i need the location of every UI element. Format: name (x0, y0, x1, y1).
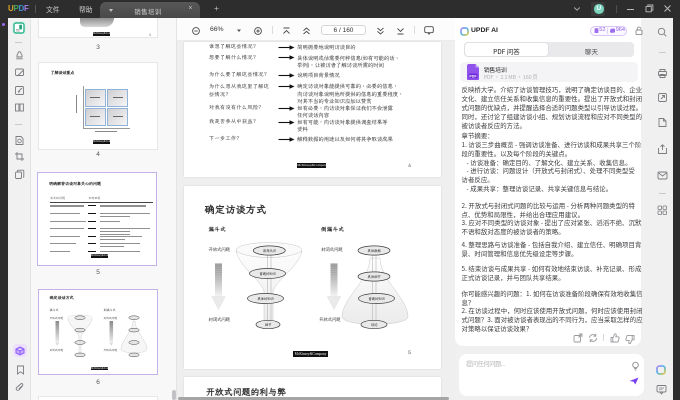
svg-text:具体数据: 具体数据 (367, 248, 381, 253)
svg-text:结论: 结论 (371, 322, 378, 327)
svg-text:普通的知识: 普通的知识 (259, 271, 276, 276)
svg-text:具体细节: 具体细节 (367, 274, 381, 279)
svg-text:细节: 细节 (265, 322, 272, 327)
svg-text:具体的知识: 具体的知识 (257, 296, 274, 301)
svg-text:普通的知识: 普通的知识 (368, 296, 385, 301)
svg-text:PDF: PDF (469, 74, 477, 78)
svg-text:直观认识: 直观认识 (263, 248, 277, 253)
